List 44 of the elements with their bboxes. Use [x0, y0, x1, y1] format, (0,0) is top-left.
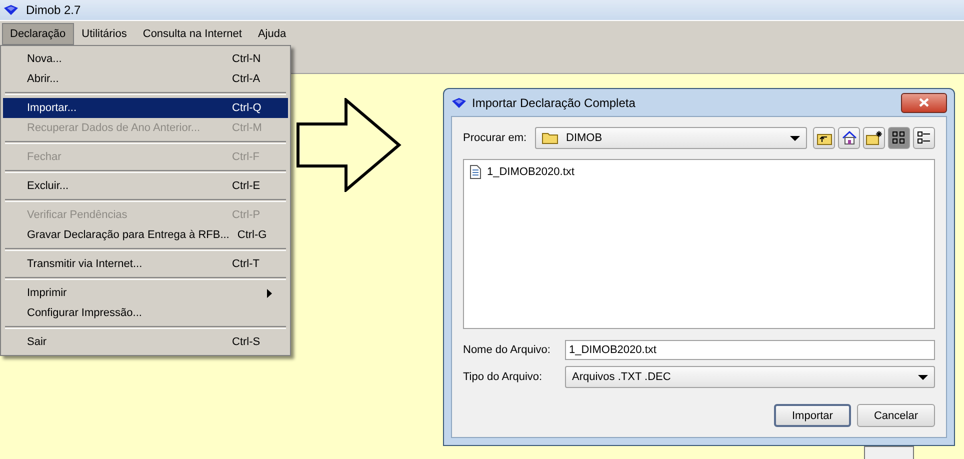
folder-up-icon — [816, 132, 832, 144]
menu-title[interactable]: Utilitários — [74, 22, 135, 44]
menu-item[interactable]: Imprimir — [3, 283, 288, 303]
home-icon — [842, 131, 856, 145]
menu-title[interactable]: Consulta na Internet — [134, 22, 250, 44]
list-view-icon — [892, 131, 906, 145]
toolbar-button[interactable] — [913, 127, 935, 149]
menu-title[interactable]: Declaração — [2, 22, 74, 44]
file-item[interactable]: 1_DIMOB2020.txt — [468, 164, 576, 180]
dialog-button[interactable]: Cancelar — [856, 404, 935, 427]
close-icon — [919, 98, 929, 107]
file-type-dropdown[interactable]: Arquivos .TXT .DEC — [565, 366, 935, 388]
toolbar-button[interactable] — [813, 127, 835, 149]
toolbar-button[interactable] — [838, 127, 860, 149]
menu-item[interactable]: Excluir... Ctrl-E — [3, 176, 288, 196]
menu-title[interactable]: Ajuda — [250, 22, 294, 44]
logo-icon — [4, 5, 18, 15]
dialog-button[interactable]: Importar — [774, 404, 851, 427]
toolbar-button[interactable] — [888, 127, 910, 149]
menu-item[interactable]: Nova... Ctrl-N — [3, 49, 288, 69]
look-in-dropdown[interactable]: DIMOB — [535, 127, 807, 149]
menu-item[interactable]: Abrir... Ctrl-A — [3, 69, 288, 89]
toolbar-button[interactable] — [863, 127, 885, 149]
menu-item[interactable]: Configurar Impressão... — [3, 303, 288, 323]
look-in-label: Procurar em: — [463, 132, 528, 144]
new-folder-icon — [866, 131, 882, 145]
menu-item[interactable]: Transmitir via Internet... Ctrl-T — [3, 254, 288, 274]
logo-icon — [452, 98, 466, 108]
dialog-title: Importar Declaração Completa — [472, 96, 636, 110]
dropdown-caret-icon — [790, 136, 800, 140]
window-title: Dimob 2.7 — [26, 3, 81, 17]
folder-icon — [542, 132, 558, 144]
menu-item[interactable]: Importar... Ctrl-Q — [3, 98, 288, 118]
document-icon — [470, 165, 481, 179]
menu-item[interactable]: Gravar Declaração para Entrega à RFB... Ctrl-G — [3, 225, 288, 245]
file-name-label: Nome do Arquivo: — [463, 344, 552, 356]
file-name-field[interactable]: 1_DIMOB2020.txt — [565, 340, 935, 360]
close-button[interactable] — [901, 92, 947, 112]
menu-item[interactable]: Sair Ctrl-S — [3, 332, 288, 352]
details-view-icon — [917, 131, 931, 145]
tooltip — [864, 446, 914, 459]
submenu-arrow-icon — [267, 288, 272, 298]
dropdown-caret-icon — [918, 374, 928, 380]
file-type-label: Tipo do Arquivo: — [463, 371, 544, 383]
